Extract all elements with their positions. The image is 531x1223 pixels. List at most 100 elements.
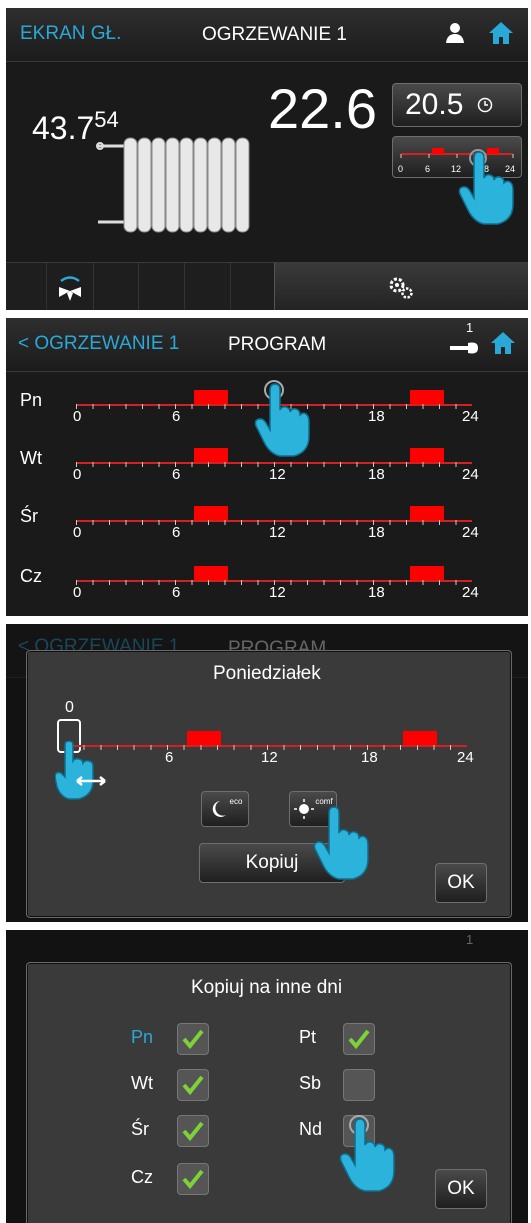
eco-mode-button[interactable]: eco — [201, 791, 249, 827]
copy-days-screen: 1 Kopiuj na inne dni Pn Wt Śr Cz Pt Sb N… — [6, 930, 528, 1223]
checkbox-cz[interactable] — [177, 1163, 209, 1195]
scale-24: 24 — [462, 524, 479, 541]
back-main-screen-link[interactable]: EKRAN GŁ. — [20, 23, 121, 45]
checkbox-sb[interactable] — [343, 1069, 375, 1101]
copy-days-dialog: Kopiuj na inne dni Pn Wt Śr Cz Pt Sb Nd … — [26, 962, 512, 1223]
day-label-sb: Sb — [299, 1073, 322, 1093]
user-icon[interactable] — [444, 22, 466, 44]
scale-6: 6 — [172, 584, 181, 601]
scale-18: 18 — [368, 466, 385, 483]
day-dialog: Poniedziałek 0 6 12 18 24 eco comf Kopiu… — [26, 650, 512, 918]
touch-hand-icon — [254, 380, 310, 457]
clock-icon — [478, 97, 493, 113]
scale-18: 18 — [368, 524, 385, 541]
gears-icon — [389, 277, 413, 299]
bottom-divider-1 — [138, 263, 139, 310]
ok-label: OK — [447, 872, 475, 893]
checkbox-pt[interactable] — [343, 1023, 375, 1055]
radiator-icon — [96, 137, 250, 233]
scale-0: 0 — [73, 584, 82, 601]
day-row-sr[interactable]: Śr 0 6 12 18 24 — [6, 494, 528, 552]
dialog-title: Poniedziałek — [213, 663, 321, 684]
scale-24: 24 — [462, 466, 479, 483]
day-label-wt: Wt — [131, 1073, 153, 1093]
bottom-divider-3 — [230, 263, 231, 310]
day-row-cz[interactable]: Cz 0 6 12 18 24 — [6, 554, 528, 612]
home-icon[interactable] — [488, 20, 514, 46]
program-block[interactable] — [194, 390, 228, 404]
scale-6: 6 — [165, 749, 174, 766]
scale-24: 24 — [462, 408, 479, 425]
scale-24: 24 — [457, 749, 474, 766]
copy-label: Kopiuj — [245, 852, 299, 873]
program-block[interactable] — [194, 448, 228, 462]
eco-label: eco — [229, 796, 243, 806]
set-temperature-value: 20.5 — [405, 88, 464, 121]
settings-button[interactable] — [274, 263, 528, 310]
page-title: PROGRAM — [228, 334, 327, 355]
scale-18: 18 — [361, 749, 378, 766]
day-label: Cz — [20, 566, 42, 586]
touch-hand-icon — [313, 806, 369, 880]
day-label: Wt — [20, 448, 42, 468]
cursor-value: 0 — [65, 699, 74, 716]
program-block[interactable] — [410, 566, 444, 580]
program-block[interactable] — [403, 731, 437, 745]
program-screen: < OGRZEWANIE 1 PROGRAM 1 Pn 0 6 12 18 24… — [6, 318, 528, 616]
touch-hand-icon — [458, 149, 514, 225]
pump-icon — [59, 276, 81, 301]
scale-12: 12 — [269, 466, 286, 483]
ok-button[interactable]: OK — [435, 863, 487, 903]
scale-6: 6 — [172, 408, 181, 425]
scale-18: 18 — [368, 584, 385, 601]
scale-0: 0 — [73, 466, 82, 483]
header-bar: < OGRZEWANIE 1 PROGRAM 1 — [6, 318, 528, 372]
check-icon — [348, 1029, 370, 1050]
bg-badge: 1 — [466, 932, 474, 947]
program-block[interactable] — [194, 506, 228, 520]
scale-0: 0 — [73, 524, 82, 541]
day-label-cz: Cz — [131, 1167, 153, 1187]
check-icon — [182, 1075, 204, 1096]
heating-main-screen: EKRAN GŁ. OGRZEWANIE 1 43.754 22.6 20.5 — [6, 8, 528, 310]
set-temperature-button[interactable]: 20.5 — [392, 83, 522, 127]
drag-hand-icon — [55, 741, 106, 800]
checkbox-pn[interactable] — [177, 1023, 209, 1055]
scale-24: 24 — [462, 584, 479, 601]
home-icon[interactable] — [490, 330, 516, 356]
day-label-pt: Pt — [299, 1027, 317, 1047]
check-icon — [182, 1029, 204, 1050]
moon-icon — [212, 801, 226, 817]
program-block[interactable] — [194, 566, 228, 580]
program-block[interactable] — [410, 390, 444, 404]
pump-button[interactable] — [46, 263, 94, 310]
room-temperature: 22.6 — [268, 77, 377, 140]
scale-12: 12 — [269, 524, 286, 541]
scale-6: 6 — [172, 524, 181, 541]
program-block[interactable] — [410, 448, 444, 462]
check-icon — [182, 1121, 204, 1142]
wrench-icon[interactable] — [448, 336, 480, 354]
day-label-nd: Nd — [299, 1119, 323, 1139]
ok-label: OK — [447, 1178, 475, 1199]
day-label-pn: Pn — [131, 1027, 154, 1047]
scale-12: 12 — [269, 584, 286, 601]
day-label: Pn — [20, 390, 43, 410]
header-bar: EKRAN GŁ. OGRZEWANIE 1 — [6, 8, 528, 62]
bottom-divider-2 — [184, 263, 185, 310]
ok-button[interactable]: OK — [435, 1169, 487, 1209]
touch-hand-icon — [339, 1115, 395, 1192]
scale-0: 0 — [73, 408, 82, 425]
bottom-bar — [6, 262, 528, 310]
check-icon — [182, 1169, 204, 1190]
mini-scale-0: 0 — [398, 164, 404, 174]
page-title: OGRZEWANIE 1 — [202, 24, 347, 45]
checkbox-wt[interactable] — [177, 1069, 209, 1101]
dialog-title: Kopiuj na inne dni — [191, 977, 343, 998]
program-block[interactable] — [410, 506, 444, 520]
day-label-sr: Śr — [131, 1119, 149, 1139]
program-block[interactable] — [187, 731, 221, 745]
back-heating-link[interactable]: < OGRZEWANIE 1 — [18, 333, 179, 355]
wrench-badge: 1 — [466, 320, 474, 335]
checkbox-sr[interactable] — [177, 1115, 209, 1147]
